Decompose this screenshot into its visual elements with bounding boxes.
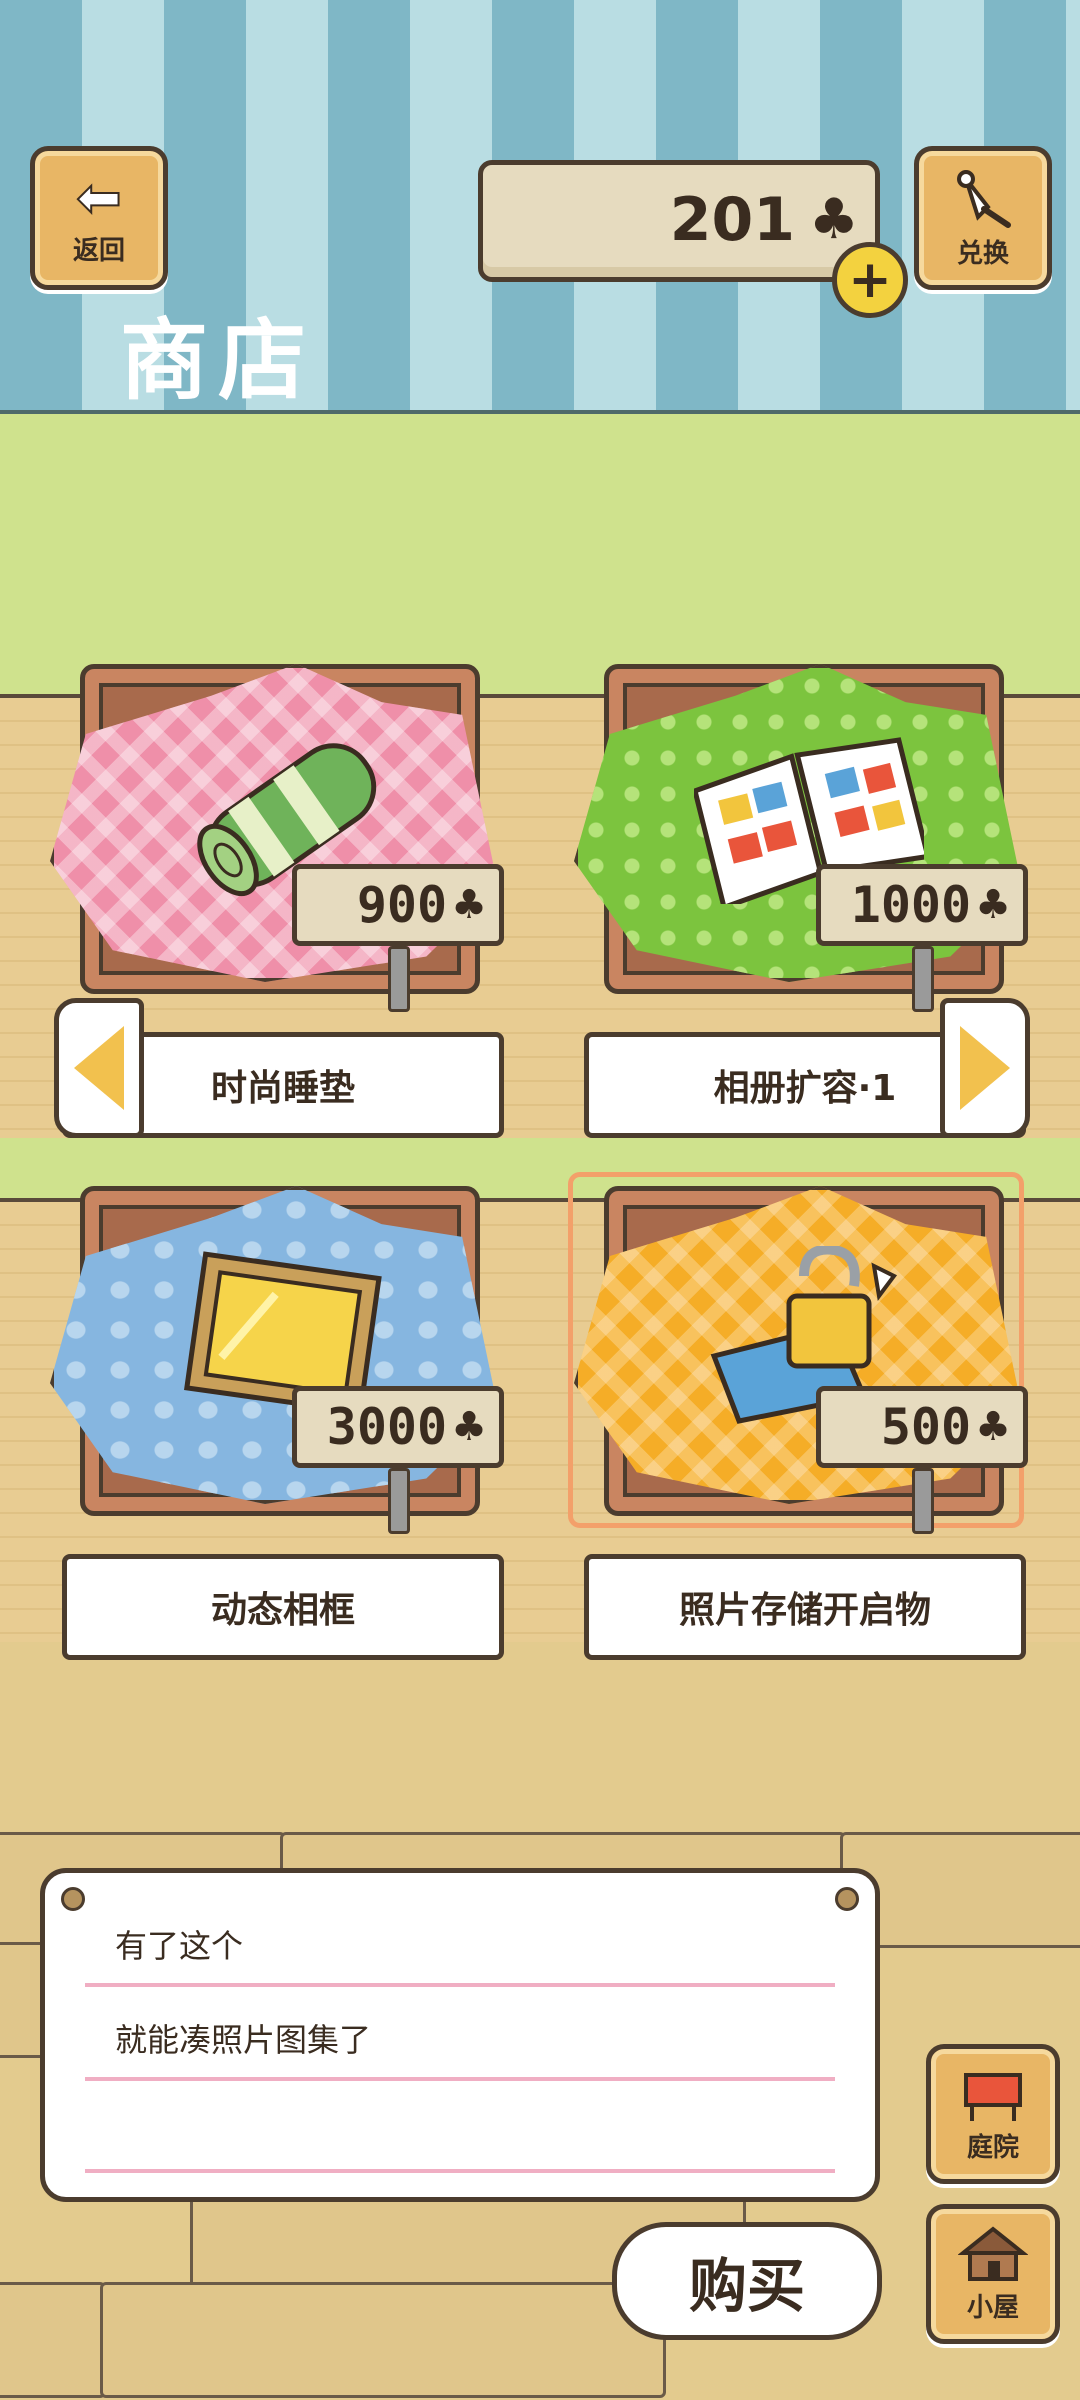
chevron-left-icon <box>74 1026 124 1110</box>
price: 1000 <box>850 876 972 934</box>
ruled-line <box>85 2077 835 2081</box>
back-button[interactable]: ⬅ 返回 <box>30 146 168 290</box>
pin-icon <box>61 1887 85 1911</box>
price-tag: 500 ♣ <box>816 1386 1028 1468</box>
page-title: 商店 <box>120 309 317 412</box>
price-tag: 1000 ♣ <box>816 864 1028 946</box>
yard-label: 庭院 <box>966 2132 1019 2163</box>
ruled-line <box>85 1983 835 1987</box>
chevron-right-icon <box>960 1026 1010 1110</box>
price-tag: 3000 ♣ <box>292 1386 504 1468</box>
tag-hook <box>388 1468 410 1534</box>
tag-hook <box>388 946 410 1012</box>
clover-icon: ♣ <box>451 1404 487 1450</box>
pin-icon <box>835 1887 859 1911</box>
description-line-2: 就能凑照片图集了 <box>115 2021 372 2059</box>
scroll-left-button[interactable] <box>54 998 144 1138</box>
coin-count: 201 <box>669 185 795 255</box>
yard-icon <box>964 2072 1022 2121</box>
scroll-right-button[interactable] <box>940 998 1030 1138</box>
exchange-label: 兑换 <box>956 238 1009 269</box>
description-line-1: 有了这个 <box>115 1927 244 1965</box>
ruled-line <box>85 2169 835 2173</box>
clover-icon: ♣ <box>975 882 1011 928</box>
house-icon <box>958 2225 1028 2281</box>
price: 900 <box>356 876 448 934</box>
clover-icon: ♣ <box>808 187 859 252</box>
item-name: 动态相框 <box>62 1554 504 1660</box>
price-tag: 900 ♣ <box>292 864 504 946</box>
house-button[interactable]: 小屋 <box>926 2204 1060 2344</box>
tag-hook <box>912 946 934 1012</box>
lamp-icon <box>957 169 1011 228</box>
price: 500 <box>880 1398 972 1456</box>
exchange-button[interactable]: 兑换 <box>914 146 1052 290</box>
shop-item-photo-storage-unlock[interactable]: 500 ♣ 照片存储开启物 <box>568 1172 1028 1686</box>
buy-button[interactable]: 购买 <box>612 2222 882 2340</box>
add-coins-button[interactable]: + <box>832 242 908 318</box>
back-label: 返回 <box>72 235 125 266</box>
grass-background <box>0 414 1080 694</box>
coin-balance: 201 ♣ <box>478 160 880 282</box>
tag-hook <box>912 1468 934 1534</box>
shop-item-dynamic-frame[interactable]: 3000 ♣ 动态相框 <box>50 1186 504 1686</box>
item-name: 照片存储开启物 <box>584 1554 1026 1660</box>
clover-icon: ♣ <box>451 882 487 928</box>
house-label: 小屋 <box>966 2292 1019 2323</box>
back-arrow-icon: ⬅ <box>75 165 122 229</box>
price: 3000 <box>326 1398 448 1456</box>
item-description-box: 有了这个 就能凑照片图集了 <box>40 1868 880 2202</box>
yard-button[interactable]: 庭院 <box>926 2044 1060 2184</box>
clover-icon: ♣ <box>975 1404 1011 1450</box>
